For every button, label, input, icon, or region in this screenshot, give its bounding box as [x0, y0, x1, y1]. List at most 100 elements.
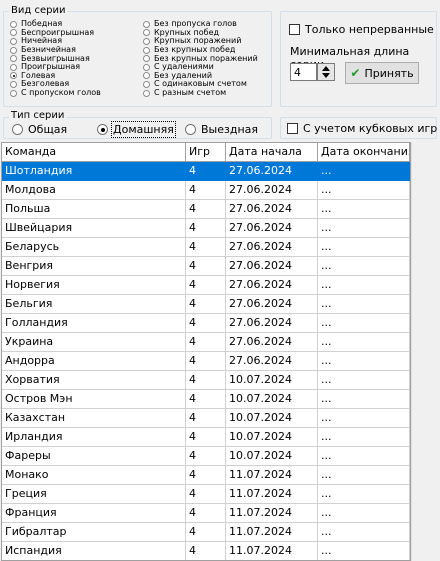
cell-start-date: 10.07.2024 — [226, 409, 318, 428]
table-row[interactable]: Норвегия 4 27.06.2024... — [2, 276, 410, 295]
column-header-games[interactable]: Игр — [186, 143, 226, 162]
cell-end-date: ... — [318, 276, 410, 295]
cell-end-date: ... — [318, 390, 410, 409]
series-kind-option[interactable]: С пропуском голов — [10, 89, 101, 98]
cell-start-date: 10.07.2024 — [226, 428, 318, 447]
radio-circle[interactable] — [143, 63, 150, 71]
cell-games: 4 — [186, 523, 226, 542]
type-general-radio-circle[interactable] — [12, 124, 23, 135]
table-row[interactable]: Испандия 4 11.07.2024... — [2, 542, 410, 560]
cell-start-date: 11.07.2024 — [226, 523, 318, 542]
cell-team: Норвегия — [2, 276, 186, 295]
cell-team: Голландия — [2, 314, 186, 333]
cell-start-date: 10.07.2024 — [226, 371, 318, 390]
table-row[interactable]: Венгрия 4 27.06.2024... — [2, 257, 410, 276]
cell-games: 4 — [186, 257, 226, 276]
type-general-radio[interactable]: Общая — [12, 123, 67, 136]
table-row[interactable]: Андорра 4 27.06.2024... — [2, 352, 410, 371]
column-header-team[interactable]: Команда — [2, 143, 186, 162]
radio-circle[interactable] — [10, 63, 17, 71]
table-row[interactable]: Ирландия 4 10.07.2024... — [2, 428, 410, 447]
radio-circle[interactable] — [143, 20, 150, 28]
radio-circle[interactable] — [10, 72, 17, 80]
cell-games: 4 — [186, 447, 226, 466]
table-body: Шотландия 4 27.06.2024... Молдова 4 27.06.202… — [2, 162, 410, 560]
cell-start-date: 11.07.2024 — [226, 485, 318, 504]
continuous-only-label: Только непрерванные — [305, 23, 434, 36]
cell-end-date: ... — [318, 542, 410, 560]
radio-circle[interactable] — [143, 55, 150, 63]
cell-team: Франция — [2, 504, 186, 523]
cell-team: Монако — [2, 466, 186, 485]
table-row[interactable]: Беларусь 4 27.06.2024... — [2, 238, 410, 257]
type-home-radio[interactable]: Домашняя — [97, 121, 176, 138]
radio-circle[interactable] — [143, 46, 150, 54]
cell-team: Гибралтар — [2, 523, 186, 542]
series-kind-option[interactable]: С разным счетом — [143, 89, 258, 98]
radio-circle[interactable] — [10, 89, 17, 97]
cell-team: Казахстан — [2, 409, 186, 428]
cell-team: Испандия — [2, 542, 186, 560]
radio-circle[interactable] — [10, 29, 17, 37]
cup-games-checkbox[interactable]: С учетом кубковых игр — [287, 122, 437, 135]
accept-button[interactable]: ✔ Принять — [345, 62, 419, 84]
table-row[interactable]: Греция 4 11.07.2024... — [2, 485, 410, 504]
series-kind-option-label: С разным счетом — [154, 88, 227, 98]
table-row[interactable]: Гибралтар 4 11.07.2024... — [2, 523, 410, 542]
type-home-radio-circle[interactable] — [97, 124, 108, 135]
spin-arrows-icon — [322, 66, 330, 78]
table-row[interactable]: Польша 4 27.06.2024... — [2, 200, 410, 219]
table-row[interactable]: Молдова 4 27.06.2024... — [2, 181, 410, 200]
cell-start-date: 27.06.2024 — [226, 276, 318, 295]
cell-games: 4 — [186, 428, 226, 447]
continuous-only-checkbox[interactable]: Только непрерванные — [289, 23, 434, 36]
column-header-start-date[interactable]: Дата начала — [226, 143, 318, 162]
table-row[interactable]: Голландия 4 27.06.2024... — [2, 314, 410, 333]
cell-games: 4 — [186, 162, 226, 181]
radio-circle[interactable] — [143, 29, 150, 37]
radio-circle[interactable] — [10, 80, 17, 88]
cell-team: Молдова — [2, 181, 186, 200]
table-row[interactable]: Остров Мэн 4 10.07.2024... — [2, 390, 410, 409]
cell-start-date: 27.06.2024 — [226, 238, 318, 257]
table-row[interactable]: Казахстан 4 10.07.2024... — [2, 409, 410, 428]
radio-circle[interactable] — [10, 55, 17, 63]
cell-games: 4 — [186, 352, 226, 371]
cell-end-date: ... — [318, 295, 410, 314]
table-row[interactable]: Франция 4 11.07.2024... — [2, 504, 410, 523]
vertical-scrollbar[interactable] — [411, 142, 428, 561]
radio-circle[interactable] — [10, 20, 17, 28]
cell-end-date: ... — [318, 371, 410, 390]
radio-circle[interactable] — [143, 72, 150, 80]
min-length-spin[interactable] — [317, 63, 335, 81]
continuous-only-box[interactable] — [289, 24, 300, 35]
table-row[interactable]: Шотландия 4 27.06.2024... — [2, 162, 410, 181]
radio-circle[interactable] — [143, 89, 150, 97]
table-row[interactable]: Швейцария 4 27.06.2024... — [2, 219, 410, 238]
cup-games-box[interactable] — [287, 123, 298, 134]
cell-start-date: 27.06.2024 — [226, 162, 318, 181]
table-row[interactable]: Бельгия 4 27.06.2024... — [2, 295, 410, 314]
cell-end-date: ... — [318, 238, 410, 257]
radio-circle[interactable] — [10, 46, 17, 54]
series-table: Команда Игр Дата начала Дата окончания Ш… — [1, 142, 411, 561]
radio-circle[interactable] — [143, 37, 150, 45]
min-length-input[interactable]: 4 — [290, 63, 317, 81]
radio-circle[interactable] — [10, 37, 17, 45]
table-row[interactable]: Фареры 4 10.07.2024... — [2, 447, 410, 466]
cell-games: 4 — [186, 371, 226, 390]
cell-games: 4 — [186, 295, 226, 314]
cell-games: 4 — [186, 181, 226, 200]
cell-end-date: ... — [318, 333, 410, 352]
table-row[interactable]: Украина 4 27.06.2024... — [2, 333, 410, 352]
cell-end-date: ... — [318, 162, 410, 181]
type-away-radio[interactable]: Выездная — [185, 123, 258, 136]
radio-circle[interactable] — [143, 80, 150, 88]
column-header-end-date[interactable]: Дата окончания — [318, 143, 410, 162]
cell-games: 4 — [186, 466, 226, 485]
table-row[interactable]: Хорватия 4 10.07.2024... — [2, 371, 410, 390]
cell-team: Шотландия — [2, 162, 186, 181]
cell-start-date: 27.06.2024 — [226, 314, 318, 333]
type-away-radio-circle[interactable] — [185, 124, 196, 135]
table-row[interactable]: Монако 4 11.07.2024... — [2, 466, 410, 485]
